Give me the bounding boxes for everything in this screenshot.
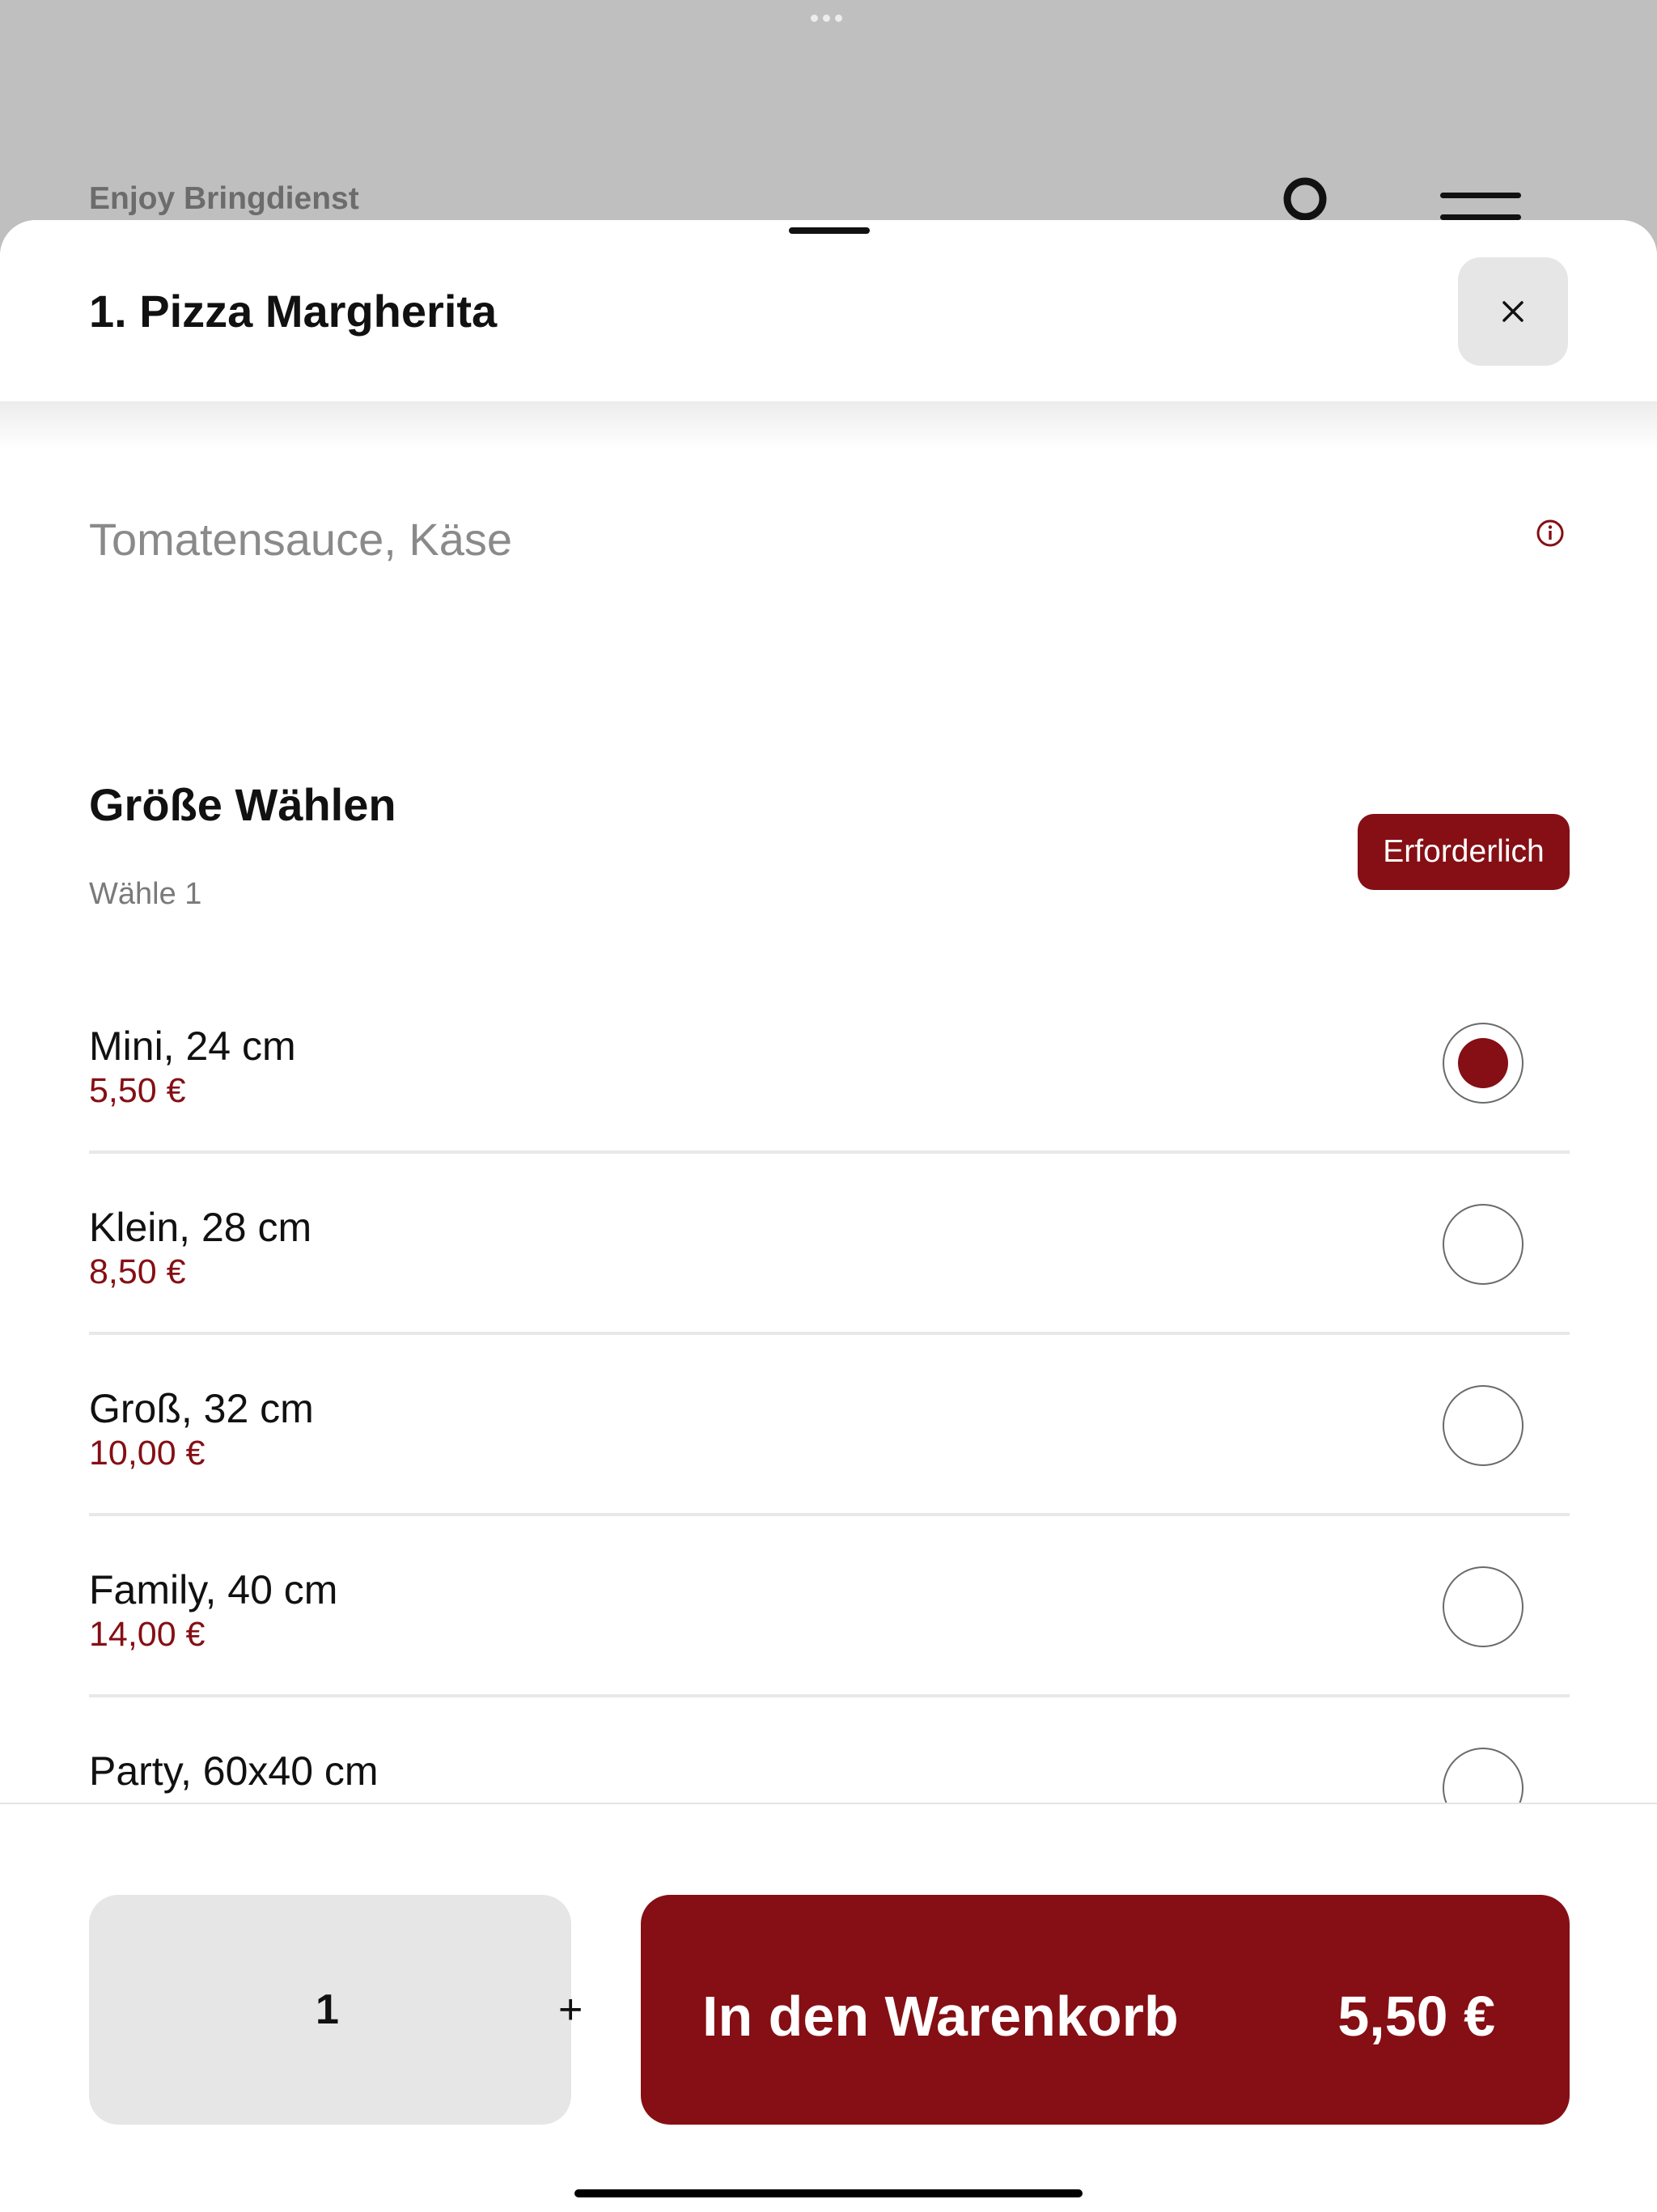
required-badge: Erforderlich — [1358, 814, 1570, 890]
user-icon[interactable] — [1282, 176, 1328, 222]
radio-selected-dot — [1458, 1038, 1508, 1088]
add-to-cart-price: 5,50 € — [1337, 1985, 1495, 2048]
quantity-value: 1 — [316, 1986, 339, 2033]
option-name: Mini, 24 cm — [89, 1023, 296, 1069]
option-name: Party, 60x40 cm — [89, 1748, 379, 1794]
size-section-subtitle: Wähle 1 — [89, 877, 202, 911]
radio-button[interactable] — [1443, 1204, 1524, 1285]
sheet-grabber[interactable] — [789, 227, 870, 234]
product-title: 1. Pizza Margherita — [89, 286, 498, 337]
multitasking-dots-icon[interactable] — [811, 15, 842, 22]
option-price: 5,50 € — [89, 1071, 186, 1110]
product-description: Tomatensauce, Käse — [89, 514, 512, 565]
size-option-gross[interactable]: Groß, 32 cm 10,00 € — [89, 1337, 1570, 1516]
radio-button[interactable] — [1443, 1748, 1524, 1803]
radio-button[interactable] — [1443, 1385, 1524, 1466]
radio-button-selected[interactable] — [1443, 1023, 1524, 1104]
quantity-stepper[interactable]: 1 + — [89, 1895, 583, 2125]
quantity-plus-button[interactable]: + — [558, 1985, 583, 2034]
size-option-party[interactable]: Party, 60x40 cm — [89, 1699, 1570, 1803]
option-price: 14,00 € — [89, 1615, 206, 1654]
radio-button[interactable] — [1443, 1566, 1524, 1647]
close-icon — [1502, 301, 1524, 322]
info-icon[interactable] — [1536, 519, 1565, 548]
size-option-mini[interactable]: Mini, 24 cm 5,50 € — [89, 974, 1570, 1154]
close-button[interactable] — [1458, 257, 1568, 366]
size-option-family[interactable]: Family, 40 cm 14,00 € — [89, 1518, 1570, 1697]
option-name: Family, 40 cm — [89, 1567, 338, 1612]
sheet-header: 1. Pizza Margherita — [0, 220, 1657, 401]
app-name: Enjoy Bringdienst — [89, 181, 359, 216]
add-to-cart-label: In den Warenkorb — [702, 1985, 1179, 2048]
option-price: 10,00 € — [89, 1434, 206, 1473]
sheet-footer: 1 + In den Warenkorb 5,50 € — [0, 1803, 1657, 2212]
size-option-klein[interactable]: Klein, 28 cm 8,50 € — [89, 1155, 1570, 1335]
option-name: Groß, 32 cm — [89, 1386, 314, 1431]
home-indicator[interactable] — [574, 2189, 1083, 2197]
option-price: 8,50 € — [89, 1252, 186, 1291]
size-section-title: Größe Wählen — [89, 779, 396, 830]
add-to-cart-button[interactable]: In den Warenkorb 5,50 € — [641, 1895, 1570, 2125]
option-name: Klein, 28 cm — [89, 1205, 312, 1250]
